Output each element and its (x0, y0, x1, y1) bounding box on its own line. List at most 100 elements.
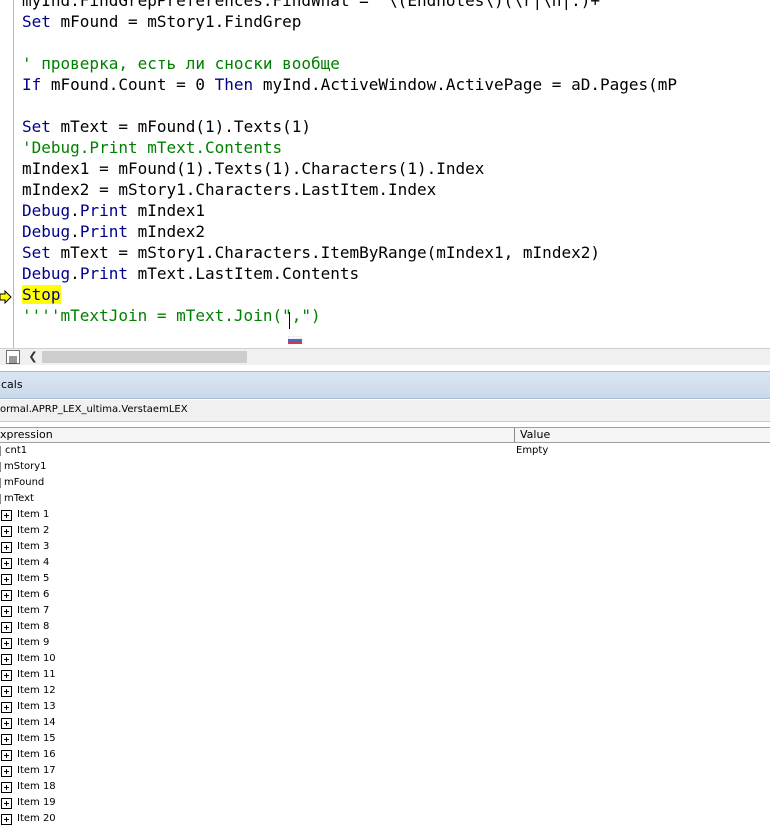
code-keyword: Print (79, 222, 128, 241)
locals-row[interactable]: Item 18 (0, 779, 770, 795)
locals-row[interactable]: Item 10 (0, 651, 770, 667)
locals-row[interactable]: Item 16 (0, 747, 770, 763)
locals-row-name: Item 6 (17, 589, 50, 600)
locals-row[interactable]: Item 1 (0, 507, 770, 523)
locals-grid-header: xpression Value (0, 427, 770, 443)
locals-context-text: ormal.APRP_LEX_ultima.VerstaemLEX (0, 404, 188, 415)
plus-box-icon[interactable] (1, 766, 12, 777)
locals-row[interactable]: Item 9 (0, 635, 770, 651)
code-line[interactable]: Debug.Print mText.LastItem.Contents (22, 263, 677, 284)
locals-row[interactable]: Item 14 (0, 715, 770, 731)
code-text: . (70, 201, 80, 220)
plus-box-icon[interactable] (1, 782, 12, 793)
locals-row-name: Item 13 (17, 701, 56, 712)
plus-box-icon[interactable] (1, 798, 12, 809)
plus-box-icon[interactable] (1, 686, 12, 697)
code-keyword: Debug (22, 201, 71, 220)
locals-row[interactable]: Item 2 (0, 523, 770, 539)
locals-row[interactable]: cnt1 Empty (0, 443, 770, 459)
locals-window-title[interactable]: cals (0, 371, 770, 399)
code-line[interactable]: Debug.Print mIndex1 (22, 200, 677, 221)
scrollbar-thumb[interactable] (42, 351, 247, 363)
plus-box-icon[interactable] (1, 814, 12, 825)
code-text: myInd.FindGrepPreferences.FindWhat = "\(… (22, 0, 610, 10)
text-caret (289, 312, 290, 329)
column-header-expression[interactable]: xpression (0, 428, 515, 442)
full-module-view-icon[interactable] (6, 350, 20, 364)
plus-box-icon[interactable] (1, 542, 12, 553)
chevron-left-icon[interactable]: ❮ (26, 349, 40, 365)
plus-box-icon[interactable] (1, 702, 12, 713)
code-line[interactable]: 'Debug.Print mText.Contents (22, 137, 677, 158)
code-text: . (70, 222, 80, 241)
plus-box-icon[interactable] (1, 718, 12, 729)
code-keyword: Stop (22, 285, 61, 304)
plus-box-icon[interactable] (1, 638, 12, 649)
locals-row[interactable]: Item 7 (0, 603, 770, 619)
code-keyword: Print (79, 201, 128, 220)
locals-row[interactable]: Item 20 (0, 811, 770, 827)
locals-row[interactable]: Item 12 (0, 683, 770, 699)
code-text: mIndex1 (127, 201, 206, 220)
code-keyword: Set (22, 243, 51, 262)
locals-row-name: mText (4, 493, 34, 504)
locals-row[interactable]: Item 15 (0, 731, 770, 747)
locals-row[interactable]: Item 13 (0, 699, 770, 715)
code-line[interactable]: myInd.FindGrepPreferences.FindWhat = "\(… (22, 0, 677, 11)
locals-row-name: Item 12 (17, 685, 56, 696)
plus-box-icon[interactable] (1, 654, 12, 665)
locals-row-name: Item 7 (17, 605, 50, 616)
locals-row[interactable]: Item 3 (0, 539, 770, 555)
locals-row[interactable]: Item 11 (0, 667, 770, 683)
plus-box-icon[interactable] (1, 526, 12, 537)
locals-row[interactable]: mFound (0, 475, 770, 491)
locals-row[interactable]: mStory1 (0, 459, 770, 475)
code-line[interactable]: Set mText = mFound(1).Texts(1) (22, 116, 677, 137)
plus-box-icon[interactable] (1, 590, 12, 601)
locals-row-name: Item 2 (17, 525, 50, 536)
code-line[interactable]: Debug.Print mIndex2 (22, 221, 677, 242)
code-line[interactable]: ''''mTextJoin = mText.Join(",") (22, 305, 677, 326)
plus-box-icon[interactable] (1, 606, 12, 617)
plus-box-icon[interactable] (1, 670, 12, 681)
code-line[interactable]: If mFound.Count = 0 Then myInd.ActiveWin… (22, 74, 677, 95)
tree-line (0, 462, 2, 472)
locals-row-name: Item 3 (17, 541, 50, 552)
plus-box-icon[interactable] (1, 622, 12, 633)
tree-line (0, 478, 2, 488)
code-line[interactable]: mIndex1 = mFound(1).Texts(1).Characters(… (22, 158, 677, 179)
plus-box-icon[interactable] (1, 558, 12, 569)
code-keyword: Then (214, 75, 254, 94)
current-statement-arrow-icon (0, 290, 12, 304)
locals-row[interactable]: Item 17 (0, 763, 770, 779)
code-comment: 'Debug.Print mText.Contents (22, 138, 283, 157)
plus-box-icon[interactable] (1, 574, 12, 585)
code-text: mText = mStory1.Characters.ItemByRange(m… (50, 243, 600, 262)
code-editor[interactable]: myInd.FindGrepPreferences.FindWhat = "\(… (0, 0, 770, 348)
code-line[interactable] (22, 32, 677, 53)
code-line[interactable]: Set mFound = mStory1.FindGrep (22, 11, 677, 32)
locals-row[interactable]: Item 6 (0, 587, 770, 603)
plus-box-icon[interactable] (1, 750, 12, 761)
locals-row-value: Empty (516, 445, 549, 456)
column-header-value[interactable]: Value (520, 428, 550, 442)
code-line[interactable]: Stop (22, 284, 677, 305)
locals-row-name: Item 17 (17, 765, 56, 776)
locals-row-name: mFound (4, 477, 45, 488)
code-line[interactable]: mIndex2 = mStory1.Characters.LastItem.In… (22, 179, 677, 200)
code-lines[interactable]: myInd.FindGrepPreferences.FindWhat = "\(… (22, 0, 677, 326)
locals-row[interactable]: Item 8 (0, 619, 770, 635)
plus-box-icon[interactable] (1, 510, 12, 521)
code-line[interactable]: ' проверка, есть ли сноски вообще (22, 53, 677, 74)
plus-box-icon[interactable] (1, 734, 12, 745)
code-line[interactable] (22, 95, 677, 116)
code-text: mText = mFound(1).Texts(1) (50, 117, 311, 136)
locals-row[interactable]: Item 4 (0, 555, 770, 571)
locals-row-name: Item 9 (17, 637, 50, 648)
locals-row[interactable]: Item 5 (0, 571, 770, 587)
language-flag-icon (288, 336, 302, 344)
editor-horizontal-scrollbar[interactable]: ❮ (0, 348, 770, 365)
locals-row[interactable]: mText (0, 491, 770, 507)
code-line[interactable]: Set mText = mStory1.Characters.ItemByRan… (22, 242, 677, 263)
locals-row[interactable]: Item 19 (0, 795, 770, 811)
